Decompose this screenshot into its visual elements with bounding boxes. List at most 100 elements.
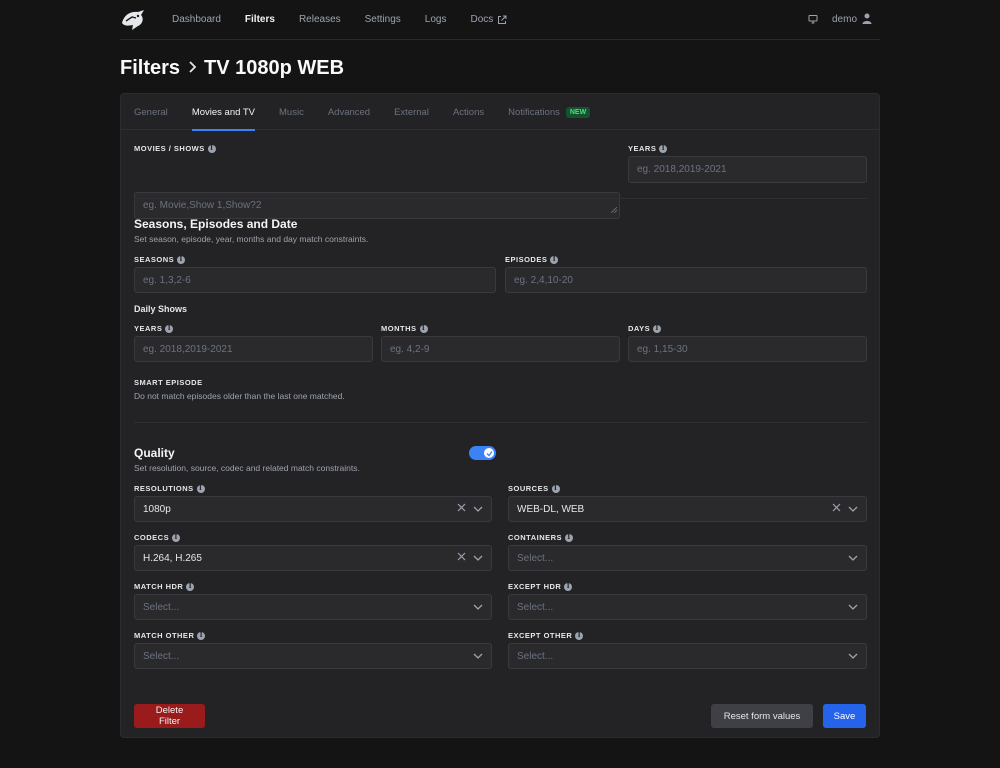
clear-icon[interactable] [457,552,466,564]
daily-years-input[interactable]: eg. 2018,2019-2021 [134,336,373,362]
chevron-down-icon[interactable] [473,553,483,564]
episodes-label: EPISODES i [505,255,559,264]
resolutions-value: 1080p [143,503,171,515]
except-other-label-text: EXCEPT OTHER [508,631,573,640]
nav-docs-label: Docs [470,14,494,25]
seasons-input[interactable]: eg. 1,3,2-6 [134,267,496,293]
seasons-section-title: Seasons, Episodes and Date [134,217,298,231]
nav-filters[interactable]: Filters [233,0,287,40]
delete-filter-button[interactable]: Delete Filter [134,704,205,728]
breadcrumb-root[interactable]: Filters [120,57,180,80]
reset-form-button[interactable]: Reset form values [711,704,813,728]
resolutions-label-text: RESOLUTIONS [134,484,194,493]
chevron-right-icon [186,57,198,80]
tab-external[interactable]: External [394,94,429,130]
user-menu[interactable]: demo [832,13,872,27]
except-hdr-label-text: EXCEPT HDR [508,582,562,591]
nav-logs[interactable]: Logs [413,0,459,40]
check-icon [484,448,494,458]
except-hdr-placeholder: Select... [517,601,554,613]
new-badge: NEW [565,106,591,118]
months-input[interactable]: eg. 4,2-9 [381,336,620,362]
clear-icon[interactable] [457,503,466,515]
clear-icon[interactable] [832,503,841,515]
episodes-placeholder: eg. 2,4,10-20 [514,274,573,286]
chevron-down-icon[interactable] [848,504,858,515]
save-button[interactable]: Save [823,704,866,728]
autobrr-logo-icon[interactable] [120,8,148,32]
page-title: TV 1080p WEB [204,56,345,79]
match-other-select[interactable]: Select... [134,643,492,669]
tab-general[interactable]: General [134,94,168,130]
info-icon[interactable]: i [653,324,662,333]
daily-years-label-text: YEARS [134,324,163,333]
containers-placeholder: Select... [517,552,554,564]
containers-label: CONTAINERS i [508,533,574,542]
top-nav: Dashboard Filters Releases Settings Logs… [120,0,880,40]
days-label-text: DAYS [628,324,651,333]
nav-dashboard[interactable]: Dashboard [160,0,233,40]
except-hdr-select[interactable]: Select... [508,594,867,620]
years-top-label: YEARS i [628,144,668,153]
except-other-select[interactable]: Select... [508,643,867,669]
tab-music[interactable]: Music [279,94,304,130]
episodes-input[interactable]: eg. 2,4,10-20 [505,267,867,293]
info-icon[interactable]: i [659,144,668,153]
seasons-placeholder: eg. 1,3,2-6 [143,274,191,286]
days-placeholder: eg. 1,15-30 [637,343,688,355]
nav-docs[interactable]: Docs [458,0,519,40]
info-icon[interactable]: i [197,631,206,640]
info-icon[interactable]: i [177,255,186,264]
chevron-down-icon[interactable] [473,651,483,662]
daily-years-label: YEARS i [134,324,174,333]
match-other-placeholder: Select... [143,650,180,662]
nav-releases[interactable]: Releases [287,0,353,40]
tab-notifications[interactable]: Notifications NEW [508,94,591,130]
chevron-down-icon[interactable] [473,504,483,515]
resolutions-select[interactable]: 1080p [134,496,492,522]
filter-tabs: General Movies and TV Music Advanced Ext… [121,94,879,131]
info-icon[interactable]: i [419,324,428,333]
info-icon[interactable]: i [564,582,573,591]
info-icon[interactable]: i [165,324,174,333]
divider [134,198,867,199]
sources-value: WEB-DL, WEB [517,503,585,515]
codecs-label-text: CODECS [134,533,170,542]
breadcrumb: Filters TV 1080p WEB [120,56,344,80]
info-icon[interactable]: i [551,484,560,493]
match-hdr-select[interactable]: Select... [134,594,492,620]
sources-select[interactable]: WEB-DL, WEB [508,496,867,522]
years-top-input[interactable]: eg. 2018,2019-2021 [628,156,867,183]
tab-advanced[interactable]: Advanced [328,94,370,130]
resize-handle-icon[interactable] [610,205,618,216]
chevron-down-icon[interactable] [848,553,858,564]
movies-shows-label: MOVIES / SHOWS i [134,144,216,153]
chevron-down-icon[interactable] [848,602,858,613]
match-other-label: MATCH OTHER i [134,631,206,640]
movies-shows-input[interactable]: eg. Movie,Show 1,Show?2 [134,192,620,219]
smart-episode-toggle[interactable] [469,446,496,460]
info-icon[interactable]: i [196,484,205,493]
smart-episode-label: SMART EPISODE [134,378,203,387]
info-icon[interactable]: i [172,533,181,542]
containers-select[interactable]: Select... [508,545,867,571]
tab-movies-and-tv[interactable]: Movies and TV [191,94,256,131]
sources-label-text: SOURCES [508,484,549,493]
codecs-select[interactable]: H.264, H.265 [134,545,492,571]
movies-shows-label-text: MOVIES / SHOWS [134,144,205,153]
user-icon [862,13,872,27]
nav-settings[interactable]: Settings [353,0,413,40]
info-icon[interactable]: i [207,144,216,153]
chevron-down-icon[interactable] [473,602,483,613]
chevron-down-icon[interactable] [848,651,858,662]
episodes-label-text: EPISODES [505,255,548,264]
info-icon[interactable]: i [575,631,584,640]
info-icon[interactable]: i [186,582,195,591]
tab-actions[interactable]: Actions [453,94,484,130]
info-icon[interactable]: i [550,255,559,264]
days-input[interactable]: eg. 1,15-30 [628,336,867,362]
months-label: MONTHS i [381,324,428,333]
info-icon[interactable]: i [565,533,574,542]
seasons-label: SEASONS i [134,255,186,264]
monitor-icon[interactable] [808,11,818,29]
